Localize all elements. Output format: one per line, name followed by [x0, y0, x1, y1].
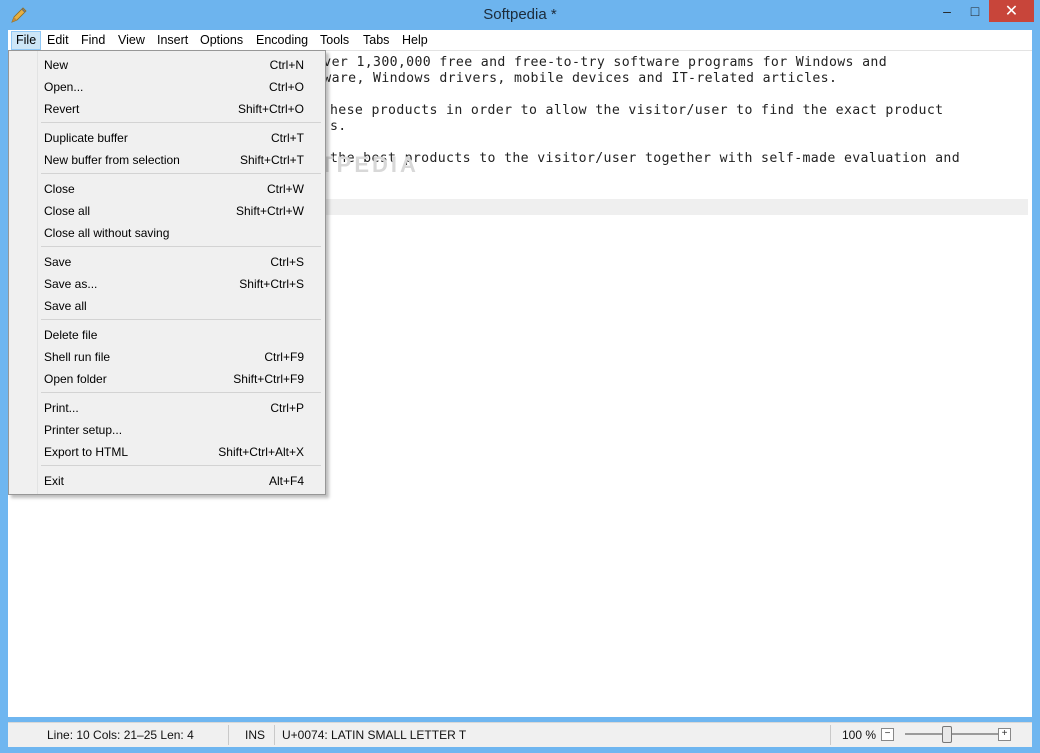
menu-item-label: Exit	[44, 474, 65, 488]
menu-item-label: Printer setup...	[44, 423, 123, 437]
menu-item-duplicate-buffer[interactable]: Duplicate buffer Ctrl+T	[11, 126, 321, 148]
zoom-level: 100 %	[842, 728, 877, 742]
menu-item-label: Save	[44, 255, 72, 269]
menu-item-shortcut: Shift+Ctrl+T	[239, 153, 304, 167]
editor-line-7: the best products to the visitor/user to…	[330, 151, 961, 166]
menu-item-close[interactable]: Close Ctrl+W	[11, 177, 321, 199]
menu-item-shortcut: Shift+Ctrl+W	[235, 204, 304, 218]
menu-item-label: New	[44, 58, 69, 72]
menu-item-label: Close all	[44, 204, 91, 218]
status-bar: Line: 10 Cols: 21–25 Len: 4 INS U+0074: …	[8, 722, 1032, 747]
menu-view[interactable]: View	[114, 32, 149, 49]
menu-item-shortcut: Shift+Ctrl+Alt+X	[218, 445, 304, 459]
menu-item-label: Delete file	[44, 328, 98, 342]
menu-item-save[interactable]: Save Ctrl+S	[11, 250, 321, 272]
menu-bar: File Edit Find View Insert Options Encod…	[8, 30, 1032, 51]
menu-separator	[41, 122, 321, 123]
menu-item-close-all[interactable]: Close all Shift+Ctrl+W	[11, 199, 321, 221]
window-title: Softpedia *	[483, 6, 557, 23]
char-info: U+0074: LATIN SMALL LETTER T	[282, 728, 467, 742]
menu-item-label: Close	[44, 182, 75, 196]
menu-item-label: Close all without saving	[44, 226, 170, 240]
menu-item-label: Revert	[44, 102, 80, 116]
menu-item-shortcut: Ctrl+N	[269, 58, 304, 72]
menu-insert[interactable]: Insert	[153, 32, 192, 49]
menu-item-save-as[interactable]: Save as... Shift+Ctrl+S	[11, 272, 321, 294]
menu-item-open[interactable]: Open... Ctrl+O	[11, 75, 321, 97]
zoom-in-button[interactable]: +	[998, 728, 1011, 741]
menu-item-printer-setup[interactable]: Printer setup...	[11, 418, 321, 440]
menu-item-shortcut: Ctrl+P	[270, 401, 304, 415]
menu-item-shortcut: Ctrl+S	[270, 255, 304, 269]
zoom-slider-thumb[interactable]	[942, 726, 952, 743]
menu-help[interactable]: Help	[398, 32, 432, 49]
menu-encoding[interactable]: Encoding	[252, 32, 312, 49]
menu-item-label: Save as...	[44, 277, 98, 291]
maximize-button[interactable]: □	[962, 0, 988, 22]
menu-file[interactable]: File	[11, 31, 42, 50]
menu-separator	[41, 319, 321, 320]
status-separator	[830, 725, 831, 745]
menu-item-label: Open folder	[44, 372, 107, 386]
menu-edit[interactable]: Edit	[43, 32, 73, 49]
menu-item-close-all-without-saving[interactable]: Close all without saving	[11, 221, 321, 243]
status-separator	[274, 725, 275, 745]
menu-item-label: Open...	[44, 80, 84, 94]
title-bar[interactable]: Softpedia * – □ ✕	[0, 0, 1040, 30]
menu-separator	[41, 465, 321, 466]
menu-tabs[interactable]: Tabs	[359, 32, 393, 49]
editor-line-2: tware, Windows drivers, mobile devices a…	[315, 71, 838, 86]
zoom-out-button[interactable]: −	[881, 728, 894, 741]
editor-line-4: hese products in order to allow the visi…	[330, 103, 944, 118]
menu-options[interactable]: Options	[196, 32, 247, 49]
editor-line-1: over 1,300,000 free and free-to-try soft…	[315, 55, 887, 70]
menu-item-save-all[interactable]: Save all	[11, 294, 321, 316]
menu-item-new[interactable]: New Ctrl+N	[11, 53, 321, 75]
menu-item-shortcut: Ctrl+T	[271, 131, 304, 145]
menu-tools[interactable]: Tools	[316, 32, 353, 49]
zoom-slider-track[interactable]	[905, 733, 1005, 735]
menu-item-shortcut: Shift+Ctrl+F9	[233, 372, 304, 386]
menu-item-label: Export to HTML	[44, 445, 129, 459]
menu-item-export-to-html[interactable]: Export to HTML Shift+Ctrl+Alt+X	[11, 440, 321, 462]
editor-line-5: s.	[330, 119, 347, 134]
cursor-position: Line: 10 Cols: 21–25 Len: 4	[47, 728, 194, 742]
menu-item-revert[interactable]: Revert Shift+Ctrl+O	[11, 97, 321, 119]
menu-item-shortcut: Ctrl+O	[268, 80, 304, 94]
app-window: Softpedia * – □ ✕ File Edit Find View In…	[0, 0, 1040, 753]
menu-item-label: Save all	[44, 299, 87, 313]
menu-item-shortcut: Ctrl+F9	[264, 350, 304, 364]
menu-item-label: Shell run file	[44, 350, 111, 364]
menu-item-shell-run-file[interactable]: Shell run file Ctrl+F9	[11, 345, 321, 367]
menu-find[interactable]: Find	[77, 32, 109, 49]
menu-item-shortcut: Ctrl+W	[267, 182, 304, 196]
menu-item-shortcut: Shift+Ctrl+O	[237, 102, 304, 116]
menu-item-delete-file[interactable]: Delete file	[11, 323, 321, 345]
close-button[interactable]: ✕	[989, 0, 1034, 22]
menu-item-open-folder[interactable]: Open folder Shift+Ctrl+F9	[11, 367, 321, 389]
menu-separator	[41, 392, 321, 393]
menu-item-print[interactable]: Print... Ctrl+P	[11, 396, 321, 418]
menu-item-exit[interactable]: Exit Alt+F4	[11, 469, 321, 491]
menu-item-shortcut: Alt+F4	[268, 474, 304, 488]
insert-mode[interactable]: INS	[245, 728, 265, 742]
menu-item-label: Print...	[44, 401, 79, 415]
menu-item-shortcut: Shift+Ctrl+S	[239, 277, 304, 291]
minimize-button[interactable]: –	[934, 0, 960, 22]
menu-separator	[41, 246, 321, 247]
status-separator	[228, 725, 229, 745]
menu-item-label: New buffer from selection	[44, 153, 180, 167]
menu-item-new-buffer-from-selection[interactable]: New buffer from selection Shift+Ctrl+T	[11, 148, 321, 170]
file-menu-dropdown: New Ctrl+N Open... Ctrl+O Revert Shift+Ctrl…	[8, 50, 326, 495]
menu-item-label: Duplicate buffer	[44, 131, 128, 145]
menu-separator	[41, 173, 321, 174]
